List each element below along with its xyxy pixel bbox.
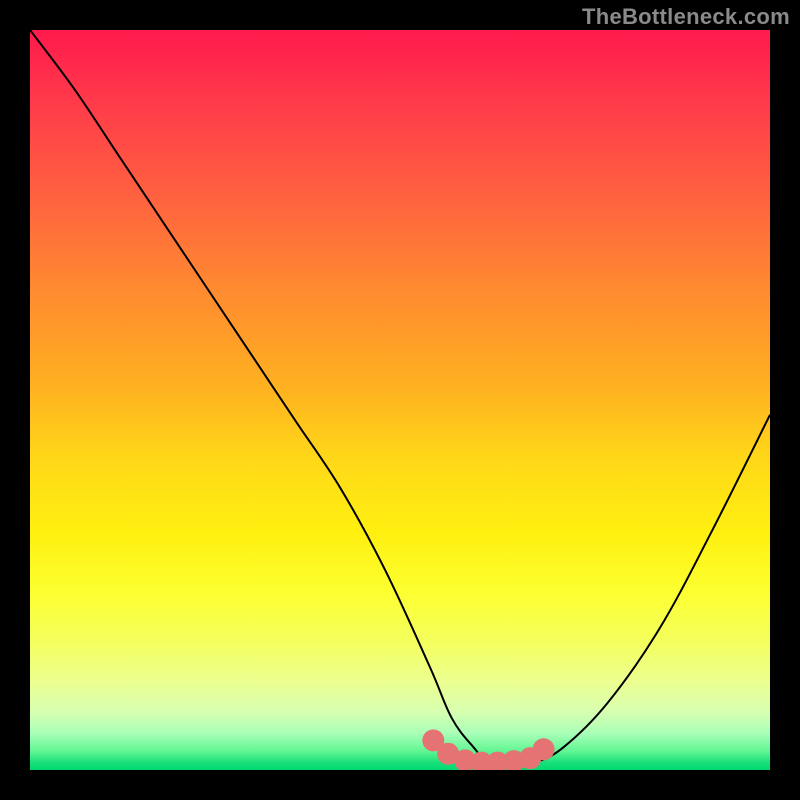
bottleneck-curve-path	[30, 30, 770, 764]
bottleneck-curve	[30, 30, 770, 764]
chart-svg	[30, 30, 770, 770]
watermark-text: TheBottleneck.com	[582, 4, 790, 30]
chart-frame: TheBottleneck.com	[0, 0, 800, 800]
chart-plot-area	[30, 30, 770, 770]
optimal-range-dots	[422, 729, 554, 770]
optimal-dot	[533, 738, 555, 760]
